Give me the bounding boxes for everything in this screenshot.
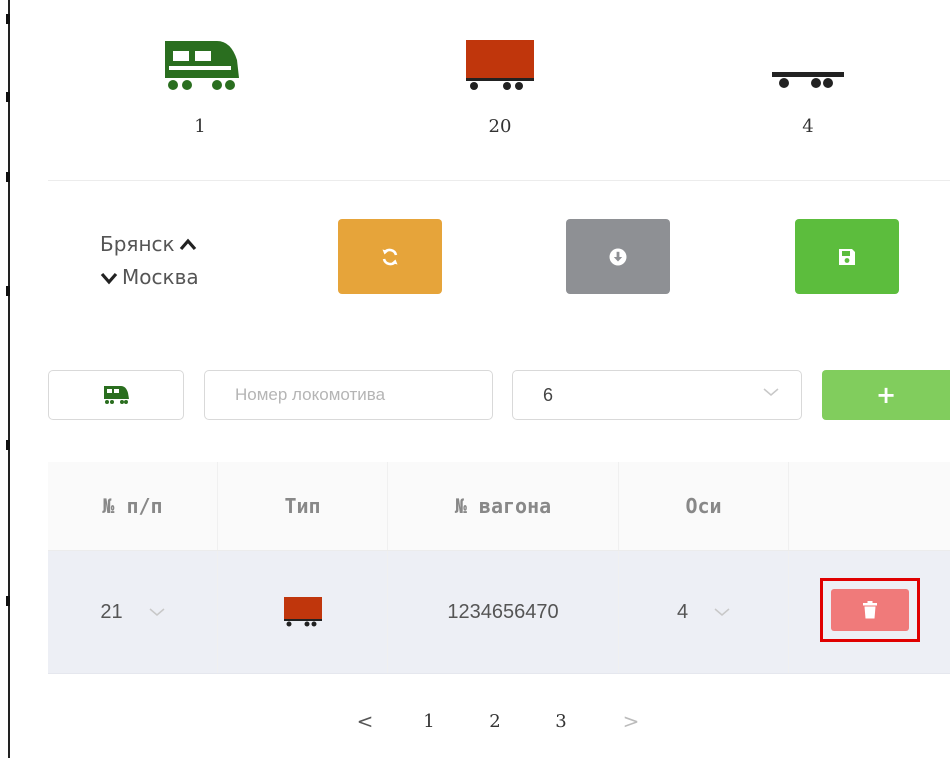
page-2-button[interactable]: 2 xyxy=(478,711,512,732)
boxcar-icon xyxy=(466,40,534,90)
floppy-disk-icon xyxy=(839,248,855,265)
axles-row-select[interactable]: 4 xyxy=(619,551,789,673)
axles-row-value: 4 xyxy=(676,600,689,623)
table-header: № п/п Тип № вагона Оси xyxy=(48,462,950,551)
chevron-down-icon xyxy=(149,608,165,616)
next-page-button[interactable]: > xyxy=(616,709,646,733)
edge-mark xyxy=(6,14,10,24)
edge-mark xyxy=(6,92,10,102)
table-row: 21 1234656470 4 xyxy=(48,551,950,674)
axles-select[interactable]: 6 xyxy=(512,370,802,420)
boxcar-counter: 20 xyxy=(440,38,560,137)
chevron-down-icon[interactable] xyxy=(100,271,118,285)
download-circle-icon xyxy=(609,248,627,265)
page-1-button[interactable]: 1 xyxy=(412,711,446,732)
route-to: Москва xyxy=(122,265,199,289)
flatcar-icon xyxy=(772,72,844,88)
locomotive-icon xyxy=(104,386,129,404)
trash-icon xyxy=(863,601,877,619)
column-header-type: Тип xyxy=(218,462,388,550)
wagons-table: № п/п Тип № вагона Оси 21 1234656470 4 xyxy=(48,462,950,674)
page-3-button[interactable]: 3 xyxy=(544,711,578,732)
boxcar-icon xyxy=(283,597,322,627)
edge-mark xyxy=(6,172,10,182)
index-select[interactable]: 21 xyxy=(48,551,218,673)
route-to-row[interactable]: Москва xyxy=(100,261,201,294)
locomotive-count: 1 xyxy=(194,116,206,137)
locomotive-number-field xyxy=(204,370,493,420)
chevron-up-icon[interactable] xyxy=(179,238,197,252)
save-button[interactable] xyxy=(795,219,899,294)
route-from-row[interactable]: Брянск xyxy=(100,228,201,261)
locomotive-type-field[interactable] xyxy=(48,370,184,420)
sync-button[interactable] xyxy=(338,219,442,294)
column-header-actions xyxy=(789,462,950,550)
locomotive-number-input[interactable] xyxy=(233,384,492,406)
add-button-label: + xyxy=(875,381,897,409)
route-selector: Брянск Москва xyxy=(100,228,201,294)
wagon-number-value: 1234656470 xyxy=(447,600,559,623)
prev-page-button[interactable]: < xyxy=(350,709,380,733)
locomotive-counter: 1 xyxy=(140,38,260,137)
route-from: Брянск xyxy=(100,232,175,256)
axles-select-value: 6 xyxy=(543,384,554,405)
locomotive-icon xyxy=(165,41,239,90)
edge-mark xyxy=(6,440,10,450)
download-button[interactable] xyxy=(566,219,670,294)
column-header-wagon-number: № вагона xyxy=(388,462,619,550)
add-button[interactable]: + xyxy=(822,370,950,420)
column-header-index: № п/п xyxy=(48,462,218,550)
flatcar-counter: 4 xyxy=(748,38,868,137)
index-value: 21 xyxy=(100,600,123,623)
edge-mark xyxy=(6,286,10,296)
delete-highlight xyxy=(820,578,920,642)
flatcar-count: 4 xyxy=(802,116,814,137)
delete-row-button[interactable] xyxy=(831,589,909,631)
window-edge xyxy=(8,0,10,758)
wagon-number-cell[interactable]: 1234656470 xyxy=(388,551,619,673)
divider xyxy=(48,180,950,181)
chevron-down-icon xyxy=(714,608,730,616)
column-header-axles: Оси xyxy=(619,462,789,550)
type-cell xyxy=(218,551,388,673)
edge-mark xyxy=(6,596,10,606)
refresh-icon xyxy=(382,248,398,265)
chevron-down-icon xyxy=(763,388,779,396)
boxcar-count: 20 xyxy=(488,116,512,137)
pagination: < 1 2 3 > xyxy=(350,706,646,736)
